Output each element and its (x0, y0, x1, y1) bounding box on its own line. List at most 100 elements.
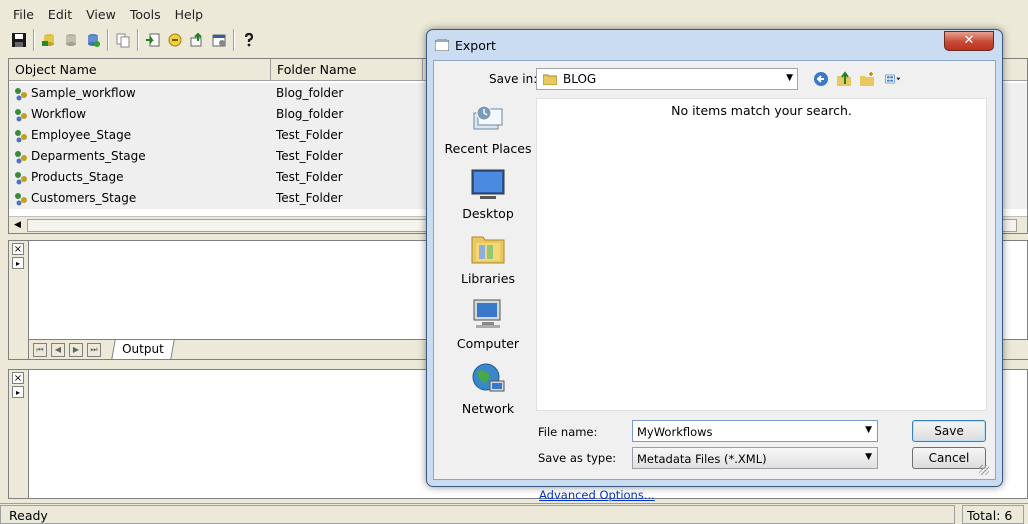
properties-toolbar-button[interactable] (208, 29, 230, 51)
workflow-icon (15, 129, 27, 142)
place-label: Desktop (462, 206, 514, 221)
compare-icon (168, 33, 182, 47)
close-pane-icon[interactable]: × (12, 372, 24, 384)
network-icon (472, 363, 505, 392)
repository-refresh-button[interactable] (82, 29, 104, 51)
new-folder-button[interactable] (858, 71, 876, 87)
last-tab-icon[interactable]: ⏭ (87, 343, 101, 357)
dialog-title: Export (455, 38, 496, 53)
place-recent-places[interactable]: Recent Places (441, 101, 535, 156)
chevron-down-icon[interactable]: ▼ (865, 425, 872, 435)
cancel-button[interactable]: Cancel (912, 447, 986, 469)
folder-icon (543, 74, 557, 85)
folder-name: Blog_folder (276, 107, 344, 121)
folder-name: Blog_folder (276, 86, 344, 100)
status-text: Ready (0, 505, 955, 524)
recent-places-icon (473, 105, 503, 130)
place-label: Recent Places (444, 141, 532, 156)
question-mark-icon (244, 32, 254, 47)
copy-toolbar-button[interactable] (112, 29, 134, 51)
chevron-down-icon: ▼ (865, 452, 872, 462)
prev-tab-icon[interactable]: ◀ (51, 343, 65, 357)
details-pane-handle: × ▸ (9, 370, 29, 498)
place-desktop[interactable]: Desktop (441, 166, 535, 221)
database-connect-icon (42, 34, 54, 46)
file-name-input[interactable]: MyWorkflows ▼ (632, 420, 878, 442)
dialog-body: Save in: BLOG ▼ Recent Places Desktop Li… (433, 60, 996, 502)
advanced-options-link[interactable]: Advanced Options... (539, 488, 655, 502)
place-label: Computer (456, 336, 520, 351)
export-toolbar-button[interactable] (186, 29, 208, 51)
save-button[interactable]: Save (912, 420, 986, 442)
first-tab-icon[interactable]: ⏮ (33, 343, 47, 357)
place-computer[interactable]: Computer (441, 296, 535, 351)
floppy-disk-icon (12, 33, 26, 47)
menu-file[interactable]: File (6, 7, 41, 22)
new-folder-icon (860, 72, 874, 86)
close-button[interactable]: ✕ (944, 31, 994, 51)
object-name: Deparments_Stage (31, 149, 146, 163)
file-name-label: File name: (538, 425, 598, 439)
repository-connect-button[interactable] (38, 29, 60, 51)
back-button[interactable] (812, 71, 830, 87)
libraries-icon (471, 236, 505, 264)
expand-pane-icon[interactable]: ▸ (12, 386, 24, 398)
close-pane-icon[interactable]: × (12, 243, 24, 255)
place-network[interactable]: Network (441, 361, 535, 416)
workflow-icon (15, 150, 27, 163)
copy-icon (116, 33, 130, 48)
column-object-name[interactable]: Object Name (9, 59, 271, 81)
file-list[interactable]: No items match your search. (536, 98, 987, 411)
toolbar-separator (137, 29, 139, 51)
object-name: Products_Stage (31, 170, 124, 184)
object-name: Customers_Stage (31, 191, 137, 205)
menu-view[interactable]: View (79, 7, 123, 22)
compare-toolbar-button[interactable] (164, 29, 186, 51)
repository-disconnect-button[interactable] (60, 29, 82, 51)
workflow-icon (15, 87, 27, 100)
empty-message: No items match your search. (671, 103, 852, 118)
menu-tools[interactable]: Tools (123, 7, 168, 22)
properties-icon (212, 34, 226, 47)
menu-bar: File Edit View Tools Help (0, 4, 1028, 24)
help-toolbar-button[interactable] (238, 29, 260, 51)
export-icon (190, 32, 202, 47)
dialog-app-icon (435, 39, 449, 51)
save-in-dropdown[interactable]: BLOG ▼ (536, 68, 798, 90)
place-libraries[interactable]: Libraries (441, 231, 535, 286)
save-as-type-value: Metadata Files (*.XML) (637, 452, 767, 466)
save-in-value: BLOG (563, 72, 597, 86)
scroll-left-icon[interactable]: ◀ (11, 219, 24, 232)
toolbar-separator (33, 29, 35, 51)
save-toolbar-button[interactable] (8, 29, 30, 51)
save-as-type-select[interactable]: Metadata Files (*.XML) ▼ (632, 447, 878, 469)
status-total: Total: 6 (962, 505, 1024, 524)
folder-nav-tools (812, 71, 910, 87)
places-bar: Recent Places Desktop Libraries Computer… (441, 96, 535, 416)
workflow-icon (15, 171, 27, 184)
column-folder-name[interactable]: Folder Name (271, 59, 423, 81)
up-folder-icon (837, 71, 851, 86)
dialog-title-bar[interactable]: Export ✕ (427, 30, 1002, 60)
import-toolbar-button[interactable] (142, 29, 164, 51)
output-pane-handle: × ▸ (9, 241, 29, 359)
resize-grip-icon[interactable] (979, 465, 989, 475)
menu-help[interactable]: Help (168, 7, 211, 22)
export-dialog: Export ✕ Save in: BLOG ▼ Recent Places D… (426, 29, 1003, 502)
tab-output[interactable]: Output (111, 340, 175, 359)
folder-name: Test_Folder (276, 128, 343, 142)
menu-edit[interactable]: Edit (41, 7, 79, 22)
expand-pane-icon[interactable]: ▸ (12, 257, 24, 269)
next-tab-icon[interactable]: ▶ (69, 343, 83, 357)
up-folder-button[interactable] (835, 71, 853, 87)
save-in-label: Save in: (489, 72, 538, 86)
chevron-down-icon: ▼ (786, 73, 793, 83)
object-name: Workflow (31, 107, 87, 121)
toolbar-separator (107, 29, 109, 51)
back-arrow-icon (814, 72, 828, 86)
close-icon: ✕ (963, 33, 975, 48)
save-as-type-label: Save as type: (538, 451, 617, 465)
view-menu-button[interactable] (881, 71, 905, 87)
database-disconnect-icon (66, 34, 76, 46)
import-icon (146, 33, 160, 47)
